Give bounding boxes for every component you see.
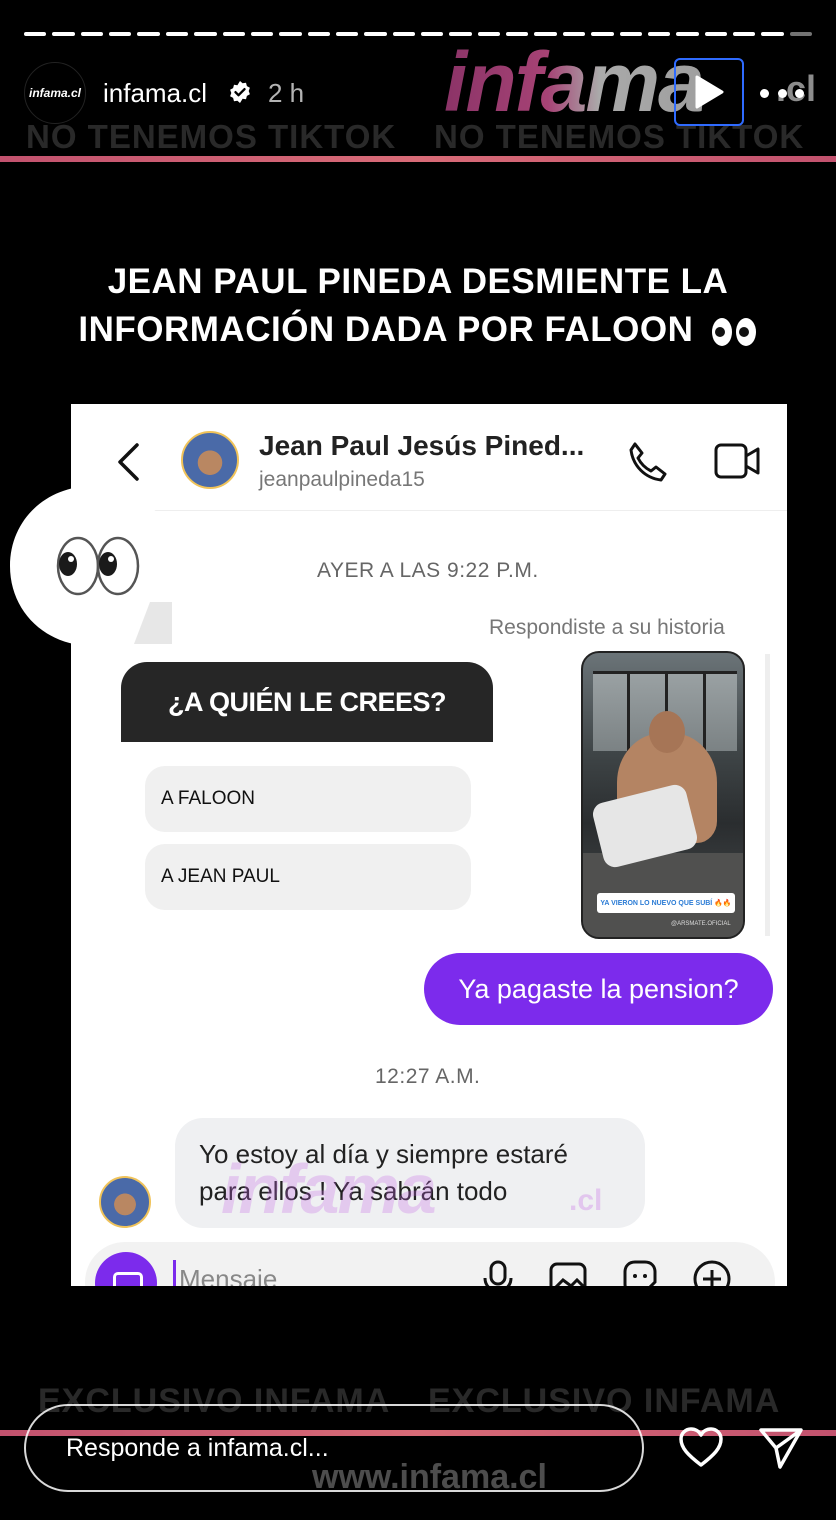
dm-screenshot: Jean Paul Jesús Pined... jeanpaulpineda1… bbox=[71, 404, 787, 1286]
card-watermark-suffix: .cl bbox=[569, 1184, 603, 1217]
watermark-top-left: NO TENEMOS TIKTOK bbox=[26, 118, 397, 155]
story-avatar[interactable]: infama.cl bbox=[24, 62, 86, 124]
avatar-logo-text: infama.cl bbox=[28, 86, 82, 100]
reply-input[interactable]: Responde a infama.cl... bbox=[24, 1404, 644, 1492]
progress-segment bbox=[307, 32, 330, 36]
headline-text: JEAN PAUL PINEDA DESMIENTE LA INFORMACIÓ… bbox=[78, 262, 729, 349]
play-button[interactable] bbox=[674, 58, 744, 126]
progress-segment bbox=[364, 32, 387, 36]
verified-badge-icon bbox=[230, 81, 250, 103]
watermark-logo: infama bbox=[444, 35, 705, 129]
story-poll: ¿A QUIÉN LE CREES? A FALOON A JEAN PAUL bbox=[121, 662, 493, 922]
more-icon-dot bbox=[777, 88, 787, 98]
progress-segment bbox=[109, 32, 132, 36]
timestamp-yesterday: AYER A LAS 9:22 P.M. bbox=[317, 559, 539, 582]
progress-segment bbox=[80, 32, 104, 36]
text-caret bbox=[173, 1260, 176, 1286]
progress-segment bbox=[194, 32, 217, 36]
chat-avatar[interactable] bbox=[181, 431, 239, 489]
progress-segment bbox=[24, 32, 47, 36]
microphone-icon[interactable] bbox=[477, 1258, 519, 1286]
next-thumbnail-edge bbox=[765, 654, 770, 936]
outgoing-message[interactable]: Ya pagaste la pension? bbox=[424, 953, 773, 1025]
story-time: 2 h bbox=[268, 78, 305, 108]
more-icon bbox=[760, 88, 769, 98]
composer-placeholder: Mensaje bbox=[179, 1264, 278, 1286]
reply-placeholder: Responde a infama.cl... bbox=[66, 1433, 329, 1462]
progress-segment bbox=[52, 32, 75, 36]
video-camera-icon[interactable] bbox=[713, 440, 761, 482]
more-options-button[interactable] bbox=[760, 78, 804, 108]
thumb-person-head bbox=[649, 711, 685, 753]
thumb-pane bbox=[627, 674, 630, 754]
camera-icon[interactable] bbox=[95, 1252, 157, 1286]
progress-segment bbox=[421, 32, 444, 36]
phone-icon[interactable] bbox=[625, 440, 669, 484]
thumb-pane bbox=[703, 674, 706, 754]
thumb-link-sticker: YA VIERON LO NUEVO QUE SUBÍ 🔥🔥 bbox=[597, 893, 735, 913]
progress-segment bbox=[789, 32, 813, 36]
eyes-icon bbox=[10, 486, 178, 646]
progress-segment bbox=[250, 32, 274, 36]
sender-avatar[interactable] bbox=[99, 1176, 151, 1228]
story-headline: JEAN PAUL PINEDA DESMIENTE LA INFORMACIÓ… bbox=[60, 258, 776, 354]
story-username[interactable]: infama.cl bbox=[103, 78, 207, 109]
poll-option-jean-paul[interactable]: A JEAN PAUL bbox=[145, 844, 471, 910]
heart-icon[interactable] bbox=[678, 1426, 724, 1468]
send-icon[interactable] bbox=[758, 1426, 804, 1470]
progress-segment bbox=[222, 32, 245, 36]
progress-segment bbox=[704, 32, 727, 36]
progress-segment bbox=[335, 32, 359, 36]
card-watermark-logo: infama bbox=[221, 1150, 437, 1228]
more-icon-dot bbox=[795, 88, 804, 98]
eyes-icon bbox=[711, 317, 756, 346]
poll-option-faloon[interactable]: A FALOON bbox=[145, 766, 471, 832]
progress-segment bbox=[392, 32, 416, 36]
plus-icon[interactable] bbox=[691, 1258, 733, 1286]
progress-segment bbox=[761, 32, 784, 36]
chat-contact-handle: jeanpaulpineda15 bbox=[259, 468, 425, 491]
play-icon bbox=[695, 75, 724, 109]
sticker-icon[interactable] bbox=[619, 1258, 661, 1286]
chat-contact-name: Jean Paul Jesús Pined... bbox=[259, 430, 585, 461]
timestamp-night: 12:27 A.M. bbox=[375, 1065, 481, 1088]
image-icon[interactable] bbox=[547, 1258, 589, 1286]
replied-to-story-label: Respondiste a su historia bbox=[489, 616, 725, 639]
header-divider bbox=[71, 510, 787, 511]
progress-segment bbox=[279, 32, 302, 36]
poll-question: ¿A QUIÉN LE CREES? bbox=[121, 662, 493, 742]
back-arrow-icon[interactable] bbox=[115, 442, 143, 482]
story-reply-thumbnail[interactable]: YA VIERON LO NUEVO QUE SUBÍ 🔥🔥 @ARSMATE.… bbox=[581, 651, 745, 939]
progress-segment bbox=[165, 32, 189, 36]
progress-segment bbox=[137, 32, 160, 36]
thumb-credit: @ARSMATE.OFICIAL bbox=[671, 921, 731, 927]
progress-segment bbox=[732, 32, 756, 36]
message-composer[interactable]: Mensaje bbox=[85, 1242, 775, 1286]
brand-strip-top bbox=[0, 156, 836, 162]
